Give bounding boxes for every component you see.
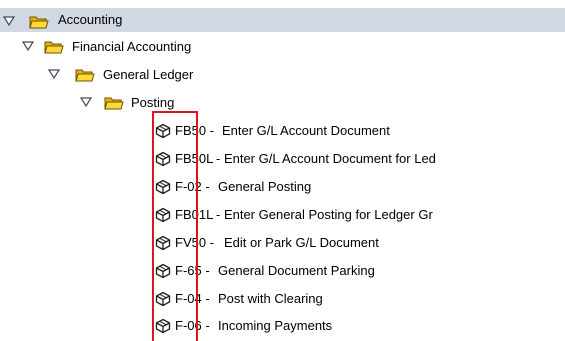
- tree-node-label: Accounting: [58, 12, 123, 27]
- transaction-code: F-02 -: [175, 179, 210, 194]
- triangle-down-icon[interactable]: [22, 41, 34, 51]
- transaction-code: F-65 -: [175, 263, 210, 278]
- transaction-description: - Enter G/L Account Document for Led: [216, 151, 436, 166]
- transaction-item[interactable]: FV50 - Edit or Park G/L Document: [0, 229, 565, 256]
- tree-node-label: Posting: [131, 95, 175, 110]
- transaction-item[interactable]: FB50L - Enter G/L Account Document for L…: [0, 145, 565, 172]
- transaction-description: General Posting: [218, 179, 312, 194]
- transaction-cube-icon: [155, 263, 171, 279]
- transaction-cube-icon: [155, 151, 171, 167]
- tree-node-label: General Ledger: [103, 67, 194, 82]
- triangle-down-icon[interactable]: [48, 69, 60, 79]
- tree-node-general-ledger[interactable]: General Ledger: [0, 61, 565, 88]
- transaction-description: - Enter General Posting for Ledger Gr: [216, 207, 433, 222]
- transaction-item[interactable]: F-04 - Post with Clearing: [0, 285, 565, 312]
- transaction-item[interactable]: F-65 - General Document Parking: [0, 257, 565, 284]
- transaction-cube-icon: [155, 123, 171, 139]
- transaction-cube-icon: [155, 207, 171, 223]
- tree-node-posting[interactable]: Posting: [0, 89, 565, 116]
- tree-node-accounting[interactable]: Accounting: [0, 8, 565, 32]
- transaction-description: Enter G/L Account Document: [222, 123, 390, 138]
- transaction-code: FB50 -: [175, 123, 215, 138]
- transaction-code: FB50L: [175, 151, 214, 166]
- transaction-cube-icon: [155, 235, 171, 251]
- transaction-description: General Document Parking: [218, 263, 375, 278]
- open-folder-icon: [104, 96, 124, 110]
- transaction-cube-icon: [155, 318, 171, 334]
- tree-node-financial-accounting[interactable]: Financial Accounting: [0, 33, 565, 60]
- transaction-description: Edit or Park G/L Document: [224, 235, 379, 250]
- transaction-item[interactable]: FB01L - Enter General Posting for Ledger…: [0, 201, 565, 228]
- triangle-down-icon[interactable]: [3, 16, 15, 26]
- transaction-item[interactable]: FB50 - Enter G/L Account Document: [0, 117, 565, 144]
- tree-node-label: Financial Accounting: [72, 39, 192, 54]
- transaction-cube-icon: [155, 179, 171, 195]
- transaction-cube-icon: [155, 291, 171, 307]
- triangle-down-icon[interactable]: [80, 97, 92, 107]
- transaction-code: F-04 -: [175, 291, 210, 306]
- open-folder-icon: [44, 40, 64, 54]
- transaction-description: Post with Clearing: [218, 291, 323, 306]
- transaction-code: FV50 -: [175, 235, 215, 250]
- transaction-item[interactable]: F-02 - General Posting: [0, 173, 565, 200]
- open-folder-icon: [29, 15, 49, 29]
- open-folder-icon: [75, 68, 95, 82]
- transaction-code: FB01L: [175, 207, 214, 222]
